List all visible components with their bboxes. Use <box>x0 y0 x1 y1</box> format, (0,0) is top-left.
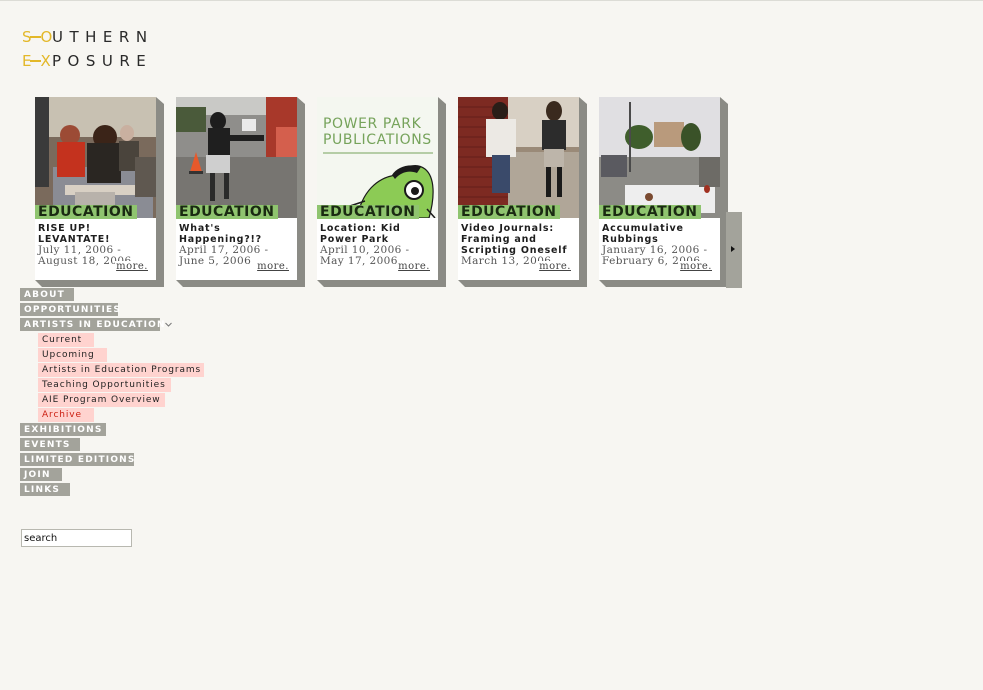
subnav-item-archive[interactable]: Archive <box>20 408 240 423</box>
card-category: EDUCATION <box>458 205 561 220</box>
card-title[interactable]: Location: Kid Power Park <box>320 223 436 245</box>
subnav-item-current[interactable]: Current <box>20 333 240 348</box>
nav-item-links[interactable]: LINKS <box>20 483 240 498</box>
nav-label: EXHIBITIONS <box>24 425 103 435</box>
card-more-link[interactable]: more. <box>679 261 712 272</box>
card-more-link[interactable]: more. <box>538 261 571 272</box>
card-category: EDUCATION <box>317 205 420 220</box>
chevron-down-icon[interactable] <box>165 321 172 328</box>
card-image[interactable] <box>458 97 579 218</box>
subnav-label: Teaching Opportunities <box>42 380 166 390</box>
nav-item-events[interactable]: EVENTS <box>20 438 240 453</box>
card-more-link[interactable]: more. <box>397 261 430 272</box>
card-more-link[interactable]: more. <box>115 261 148 272</box>
subnav-label: Archive <box>42 410 82 420</box>
nav-item-join[interactable]: JOIN <box>20 468 240 483</box>
subnav-label: Upcoming <box>42 350 95 360</box>
subnav-item-upcoming[interactable]: Upcoming <box>20 348 240 363</box>
card-face: EDUCATION RISE UP! LEVANTATE! July 11, 2… <box>35 97 156 280</box>
nav-item-limited-editions[interactable]: LIMITED EDITIONS <box>20 453 240 468</box>
main-nav: ABOUT OPPORTUNITIES ARTISTS IN EDUCATION… <box>20 288 240 498</box>
card-face: POWER PARK PUBLICATIONS EDUCATION Locati… <box>317 97 438 280</box>
nav-label: ABOUT <box>24 290 65 300</box>
nav-item-artists-in-education[interactable]: ARTISTS IN EDUCATION <box>20 318 240 333</box>
card-image[interactable]: POWER PARK PUBLICATIONS <box>317 97 438 218</box>
image-text: PUBLICATIONS <box>323 132 432 148</box>
carousel-card[interactable]: EDUCATION Accumulative Rubbings January … <box>599 97 728 287</box>
carousel-card[interactable]: EDUCATION What's Happening?!? April 17, … <box>176 97 305 287</box>
nav-label: LINKS <box>24 485 61 495</box>
logo-word-top: UTHERN <box>52 28 154 46</box>
triangle-right-icon <box>731 246 735 252</box>
featured-carousel: EDUCATION RISE UP! LEVANTATE! July 11, 2… <box>35 97 745 289</box>
search-input[interactable] <box>21 529 132 547</box>
logo-mark-bottom: E X <box>22 52 51 70</box>
logo-letter: O <box>40 28 53 46</box>
card-face: EDUCATION Video Journals: Framing and Sc… <box>458 97 579 280</box>
card-category: EDUCATION <box>599 205 702 220</box>
card-category: EDUCATION <box>35 205 138 220</box>
nav-label: EVENTS <box>24 440 71 450</box>
logo-word-bottom: POSURE <box>52 52 153 70</box>
logo-letter: X <box>40 52 51 70</box>
card-title[interactable]: Accumulative Rubbings <box>602 223 718 245</box>
card-title[interactable]: What's Happening?!? <box>179 223 295 245</box>
carousel-card[interactable]: EDUCATION Video Journals: Framing and Sc… <box>458 97 587 287</box>
carousel-card[interactable]: EDUCATION RISE UP! LEVANTATE! July 11, 2… <box>35 97 164 287</box>
nav-label: JOIN <box>24 470 51 480</box>
nav-item-exhibitions[interactable]: EXHIBITIONS <box>20 423 240 438</box>
card-category: EDUCATION <box>176 205 279 220</box>
nav-label: ARTISTS IN EDUCATION <box>24 320 166 330</box>
card-face: EDUCATION Accumulative Rubbings January … <box>599 97 720 280</box>
carousel-next-button[interactable] <box>726 212 742 288</box>
card-image[interactable] <box>176 97 297 218</box>
nav-item-about[interactable]: ABOUT <box>20 288 240 303</box>
logo-mark-top: S O <box>22 29 52 45</box>
card-title[interactable]: Video Journals: Framing and Scripting On… <box>461 223 577 256</box>
subnav-item-aie-overview[interactable]: AIE Program Overview <box>20 393 240 408</box>
subnav-item-teaching-opportunities[interactable]: Teaching Opportunities <box>20 378 240 393</box>
subnav-label: AIE Program Overview <box>42 395 161 405</box>
image-text: POWER PARK <box>323 116 422 132</box>
card-image[interactable] <box>35 97 156 218</box>
nav-label: OPPORTUNITIES <box>24 305 122 315</box>
subnav-item-aie-programs[interactable]: Artists in Education Programs <box>20 363 240 378</box>
subnav-label: Artists in Education Programs <box>42 365 202 375</box>
nav-label: LIMITED EDITIONS <box>24 455 136 465</box>
card-title[interactable]: RISE UP! LEVANTATE! <box>38 223 154 245</box>
subnav-label: Current <box>42 335 83 345</box>
card-face: EDUCATION What's Happening?!? April 17, … <box>176 97 297 280</box>
card-more-link[interactable]: more. <box>256 261 289 272</box>
nav-item-opportunities[interactable]: OPPORTUNITIES <box>20 303 240 318</box>
site-logo[interactable]: S O UTHERN E X POSURE <box>22 27 152 69</box>
card-image[interactable] <box>599 97 720 218</box>
carousel-card[interactable]: POWER PARK PUBLICATIONS EDUCATION Locati… <box>317 97 446 287</box>
